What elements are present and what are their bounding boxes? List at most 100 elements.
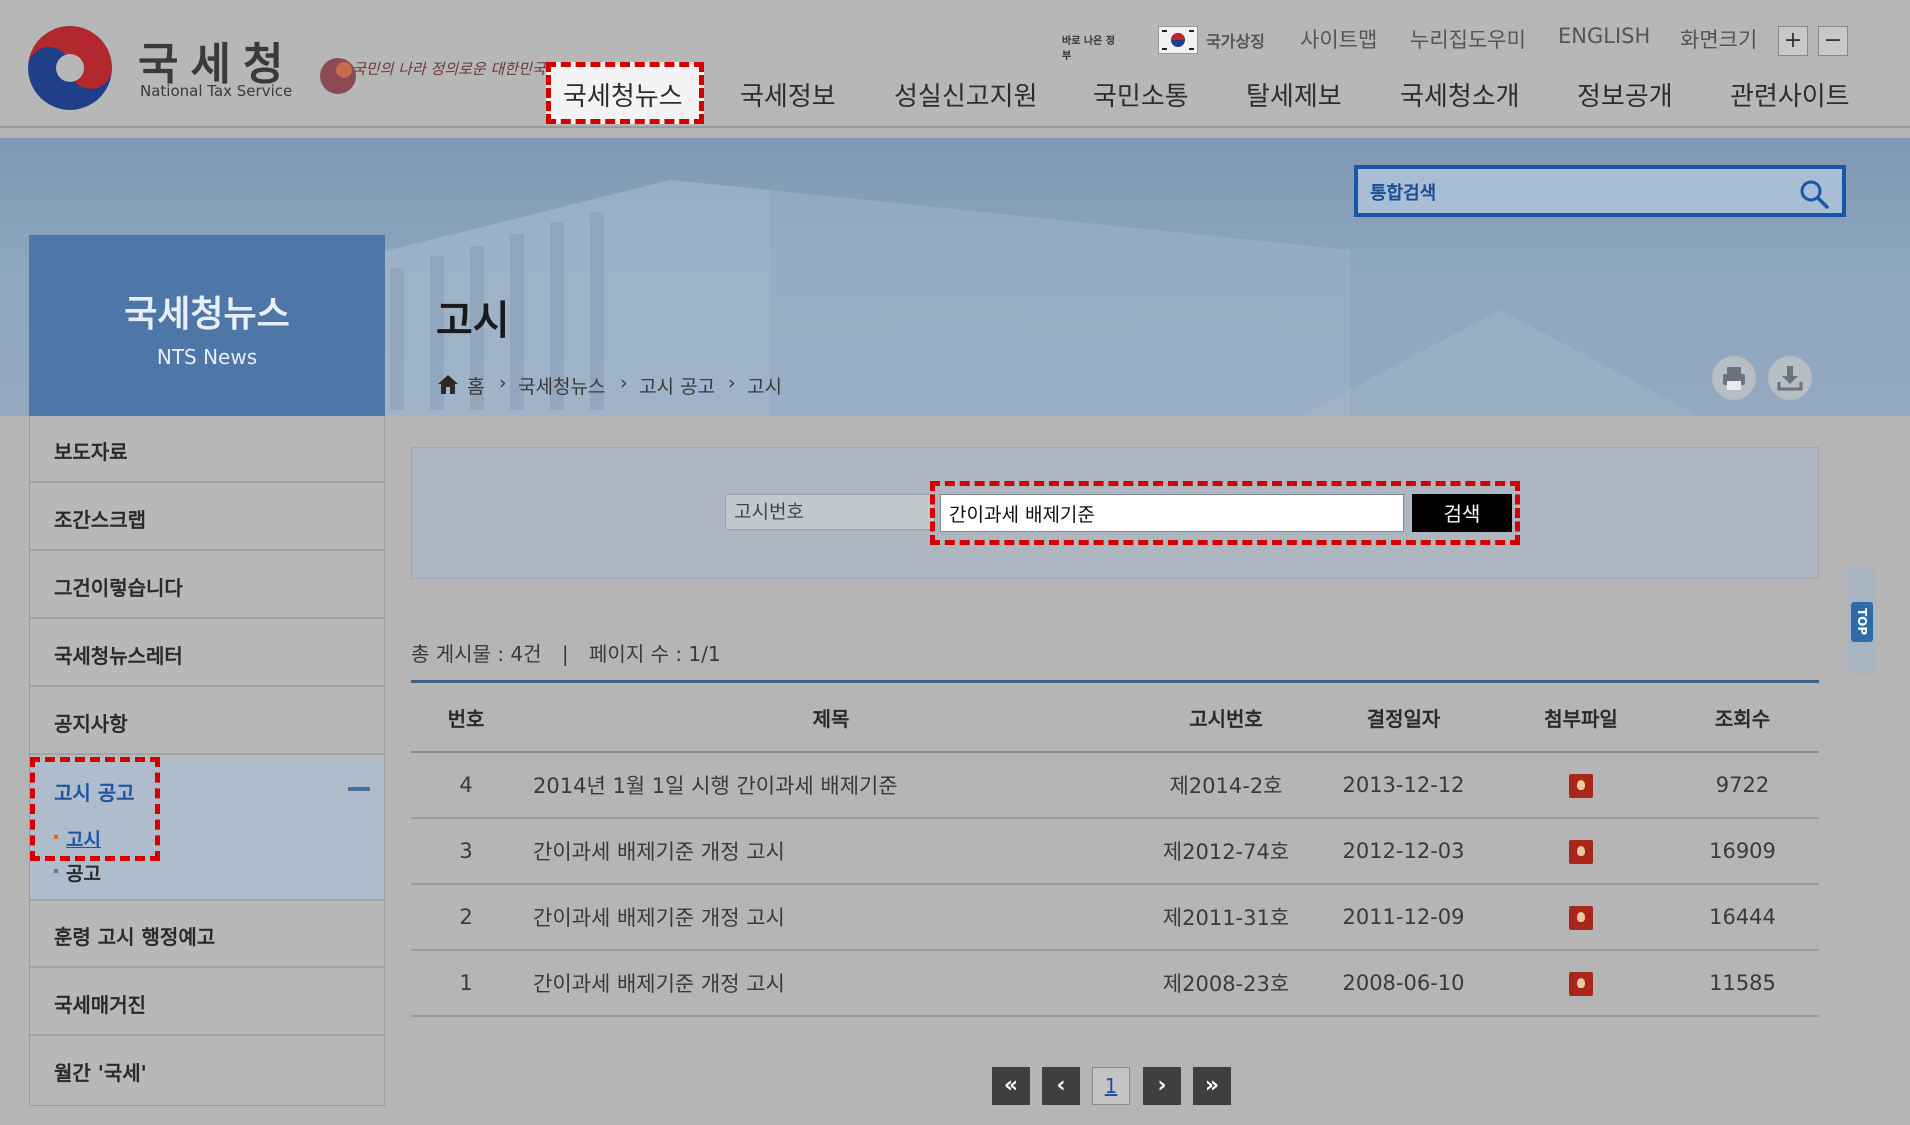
gnb-item-about[interactable]: 국세청소개	[1400, 76, 1520, 113]
row-title-link[interactable]: 간이과세 배제기준 개정 고시	[521, 950, 1141, 1017]
page-title: 고시	[436, 298, 510, 344]
gnb-item-disclosure[interactable]: 정보공개	[1577, 76, 1673, 113]
row-attachment	[1496, 950, 1666, 1017]
print-icon	[1723, 367, 1745, 390]
search-icon[interactable]	[1798, 178, 1830, 210]
scroll-top-button[interactable]: TOP	[1848, 568, 1876, 674]
summary-separator: |	[561, 642, 569, 666]
collapse-icon[interactable]	[348, 787, 370, 791]
row-title-link[interactable]: 간이과세 배제기준 개정 고시	[521, 818, 1141, 885]
page-current[interactable]: 1	[1092, 1067, 1130, 1105]
board-search-input[interactable]	[940, 494, 1404, 532]
zoom-in-button[interactable]: +	[1778, 26, 1808, 56]
gov-badge[interactable]: 바로 나은 정부	[1062, 26, 1124, 62]
zoom-out-button[interactable]: −	[1818, 26, 1848, 56]
hwp-file-icon[interactable]	[1569, 971, 1593, 996]
gnb-item-communication[interactable]: 국민소통	[1093, 76, 1189, 113]
util-english[interactable]: ENGLISH	[1558, 24, 1650, 48]
gnb-item-report[interactable]: 탈세제보	[1246, 76, 1342, 113]
col-header-code: 고시번호	[1141, 680, 1311, 753]
row-number: 4	[411, 752, 521, 819]
row-date: 2013-12-12	[1311, 752, 1496, 819]
util-sitemap[interactable]: 사이트맵	[1300, 24, 1377, 54]
home-icon[interactable]	[436, 372, 460, 396]
page-first-button[interactable]: «	[992, 1067, 1030, 1105]
slogan-logo: 국민의 나라 정의로운 대한민국	[318, 50, 546, 104]
lnb-sub-gonggo[interactable]: 공고	[66, 859, 101, 886]
download-button[interactable]	[1768, 356, 1812, 400]
row-code: 제2011-31호	[1141, 884, 1311, 951]
row-attachment	[1496, 884, 1666, 951]
lnb-item-monthly[interactable]: 월간 '국세'	[30, 1037, 384, 1104]
breadcrumb-sep-icon: ›	[499, 372, 507, 394]
breadcrumb-home[interactable]: 홈	[467, 372, 484, 399]
lnb-item-directives[interactable]: 훈령 고시 행정예고	[30, 901, 384, 968]
row-number: 2	[411, 884, 521, 951]
lnb-item-scrap[interactable]: 조간스크랩	[30, 484, 384, 551]
col-header-number: 번호	[411, 680, 521, 753]
row-code: 제2012-74호	[1141, 818, 1311, 885]
table-row: 4 2014년 1월 1일 시행 간이과세 배제기준 제2014-2호 2013…	[411, 752, 1819, 819]
col-header-attachment: 첨부파일	[1496, 680, 1666, 753]
global-search-input[interactable]	[1368, 177, 1792, 209]
util-screen-size: 화면크기	[1680, 28, 1758, 52]
col-header-date: 결정일자	[1311, 680, 1496, 753]
page-prev-button[interactable]: ‹	[1042, 1067, 1080, 1105]
row-date: 2011-12-09	[1311, 884, 1496, 951]
national-flag-icon	[1158, 26, 1198, 54]
col-header-views: 조회수	[1666, 680, 1819, 753]
section-subtitle: NTS News	[156, 345, 258, 369]
row-views: 16444	[1666, 884, 1819, 951]
lnb-item-newsletter[interactable]: 국세청뉴스레터	[30, 620, 384, 687]
row-title-link[interactable]: 2014년 1월 1일 시행 간이과세 배제기준	[521, 752, 1141, 819]
row-number: 3	[411, 818, 521, 885]
hwp-file-icon[interactable]	[1569, 773, 1593, 798]
nts-logo-icon[interactable]	[28, 26, 112, 110]
util-national-symbol[interactable]: 국가상징	[1206, 28, 1265, 52]
breadcrumb-sep-icon: ›	[728, 372, 736, 394]
page-last-button[interactable]: »	[1193, 1067, 1231, 1105]
gnb-item-tax-info[interactable]: 국세정보	[740, 76, 836, 113]
row-attachment	[1496, 818, 1666, 885]
highlight-lnb-gosi	[30, 757, 160, 861]
breadcrumb-sep-icon: ›	[620, 372, 628, 394]
table-row: 3 간이과세 배제기준 개정 고시 제2012-74호 2012-12-03 1…	[411, 818, 1819, 885]
logo-english[interactable]: National Tax Service	[140, 82, 292, 100]
total-count: 총 게시물 : 4건	[411, 642, 542, 666]
download-icon	[1777, 366, 1803, 391]
table-header-row: 번호 제목 고시번호 결정일자 첨부파일 조회수	[411, 680, 1819, 753]
board-search-button[interactable]: 검색	[1412, 494, 1512, 532]
hwp-file-icon[interactable]	[1569, 905, 1593, 930]
board-search-form: 고시번호 검색	[411, 447, 1819, 579]
breadcrumb-notice[interactable]: 고시 공고	[639, 372, 715, 399]
lnb-item-clarification[interactable]: 그건이렇습니다	[30, 552, 384, 619]
list-summary: 총 게시물 : 4건 | 페이지 수 : 1/1	[411, 638, 721, 667]
row-attachment	[1496, 752, 1666, 819]
page-next-button[interactable]: ›	[1143, 1067, 1181, 1105]
table-row: 1 간이과세 배제기준 개정 고시 제2008-23호 2008-06-10 1…	[411, 950, 1819, 1017]
gnb-item-filing-support[interactable]: 성실신고지원	[894, 76, 1038, 113]
search-type-select[interactable]: 고시번호	[725, 494, 935, 530]
util-help[interactable]: 누리집도우미	[1410, 24, 1526, 54]
breadcrumb-news[interactable]: 국세청뉴스	[518, 372, 605, 399]
breadcrumb-current: 고시	[747, 376, 782, 398]
row-number: 1	[411, 950, 521, 1017]
row-views: 16909	[1666, 818, 1819, 885]
lnb-item-notices[interactable]: 공지사항	[30, 688, 384, 755]
row-title-link[interactable]: 간이과세 배제기준 개정 고시	[521, 884, 1141, 951]
lnb-item-press[interactable]: 보도자료	[30, 416, 384, 483]
gnb-item-news[interactable]: 국세청뉴스	[563, 76, 683, 113]
print-button[interactable]	[1712, 356, 1756, 400]
row-views: 11585	[1666, 950, 1819, 1017]
notice-table: 번호 제목 고시번호 결정일자 첨부파일 조회수 4 2014년 1월 1일 시…	[411, 680, 1819, 1017]
bullet-icon	[54, 869, 58, 873]
site-header: 국세청 National Tax Service 국민의 나라 정의로운 대한민…	[0, 0, 1910, 128]
col-header-title: 제목	[521, 680, 1141, 753]
row-code: 제2008-23호	[1141, 950, 1311, 1017]
row-views: 9722	[1666, 752, 1819, 819]
hwp-file-icon[interactable]	[1569, 839, 1593, 864]
page-count: 페이지 수 : 1/1	[589, 642, 721, 666]
lnb-item-magazine[interactable]: 국세매거진	[30, 969, 384, 1036]
gnb-item-related-sites[interactable]: 관련사이트	[1730, 76, 1850, 113]
scroll-top-label: TOP	[1851, 602, 1873, 642]
